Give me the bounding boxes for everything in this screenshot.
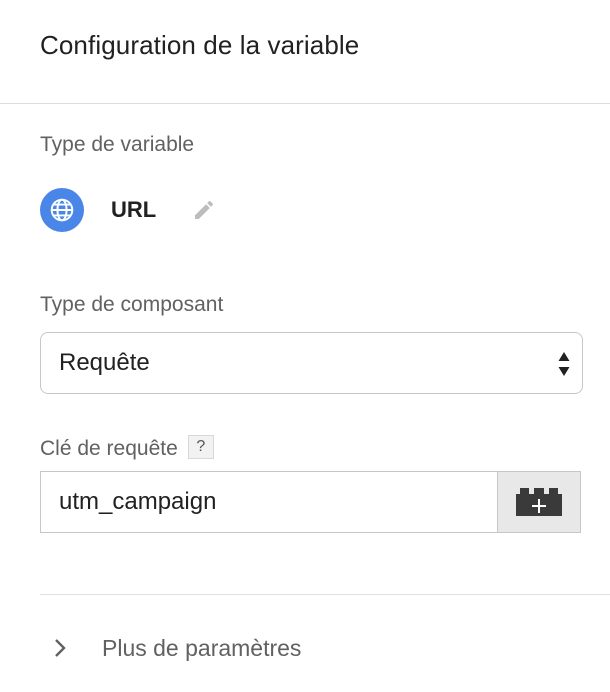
component-type-value: Requête xyxy=(59,349,150,376)
section-divider xyxy=(40,594,610,595)
component-type-label: Type de composant xyxy=(40,293,224,316)
variable-type-row: URL xyxy=(40,188,218,232)
page-title: Configuration de la variable xyxy=(40,30,360,60)
more-settings-label: Plus de paramètres xyxy=(102,634,302,661)
component-type-select[interactable]: Requête xyxy=(40,332,583,394)
variable-type-name: URL xyxy=(111,197,157,222)
query-key-label: Clé de requête? xyxy=(40,435,214,461)
globe-icon xyxy=(40,188,84,232)
pencil-icon[interactable] xyxy=(190,196,218,224)
insert-variable-button[interactable] xyxy=(497,472,580,532)
help-icon[interactable]: ? xyxy=(187,435,214,460)
lego-block-plus-icon xyxy=(516,488,562,516)
query-key-input[interactable] xyxy=(41,472,497,532)
panel-header: Configuration de la variable xyxy=(0,0,610,104)
more-settings-toggle[interactable]: Plus de paramètres xyxy=(52,628,301,668)
variable-type-label: Type de variable xyxy=(40,133,195,156)
query-key-input-group xyxy=(40,471,581,533)
query-key-label-text: Clé de requête xyxy=(40,437,178,460)
chevron-right-icon xyxy=(55,639,66,657)
select-arrows-icon xyxy=(558,352,570,376)
